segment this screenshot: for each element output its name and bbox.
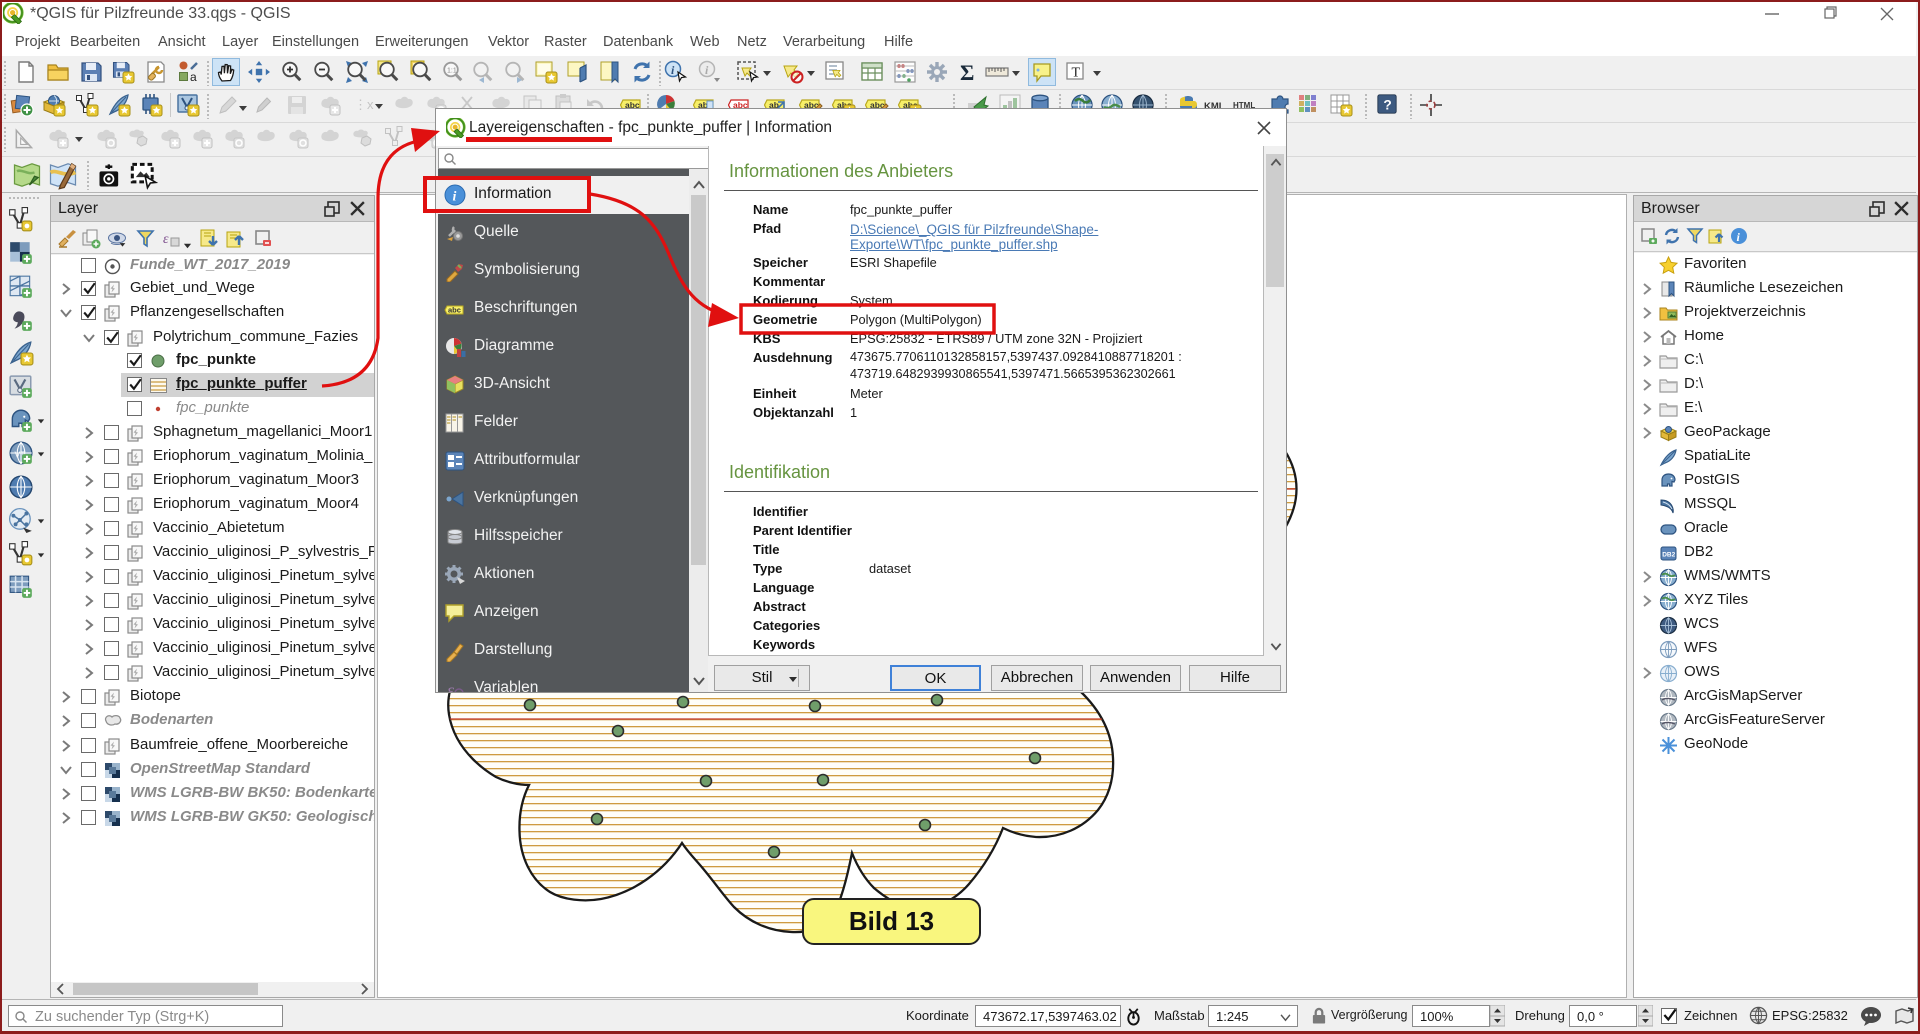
- svg-text:1:1: 1:1: [447, 68, 457, 75]
- svg-text:a: a: [190, 70, 197, 84]
- svg-text:abc: abc: [448, 306, 461, 315]
- svg-text:DB2: DB2: [1662, 552, 1675, 559]
- svg-text:?: ?: [1383, 98, 1391, 113]
- svg-text:Σ: Σ: [960, 60, 974, 84]
- svg-text:ε: ε: [447, 680, 455, 693]
- svg-text:i: i: [453, 190, 457, 205]
- svg-text:⋮x: ⋮x: [354, 97, 374, 112]
- svg-text:T: T: [1072, 66, 1081, 81]
- svg-text:ε: ε: [163, 232, 169, 247]
